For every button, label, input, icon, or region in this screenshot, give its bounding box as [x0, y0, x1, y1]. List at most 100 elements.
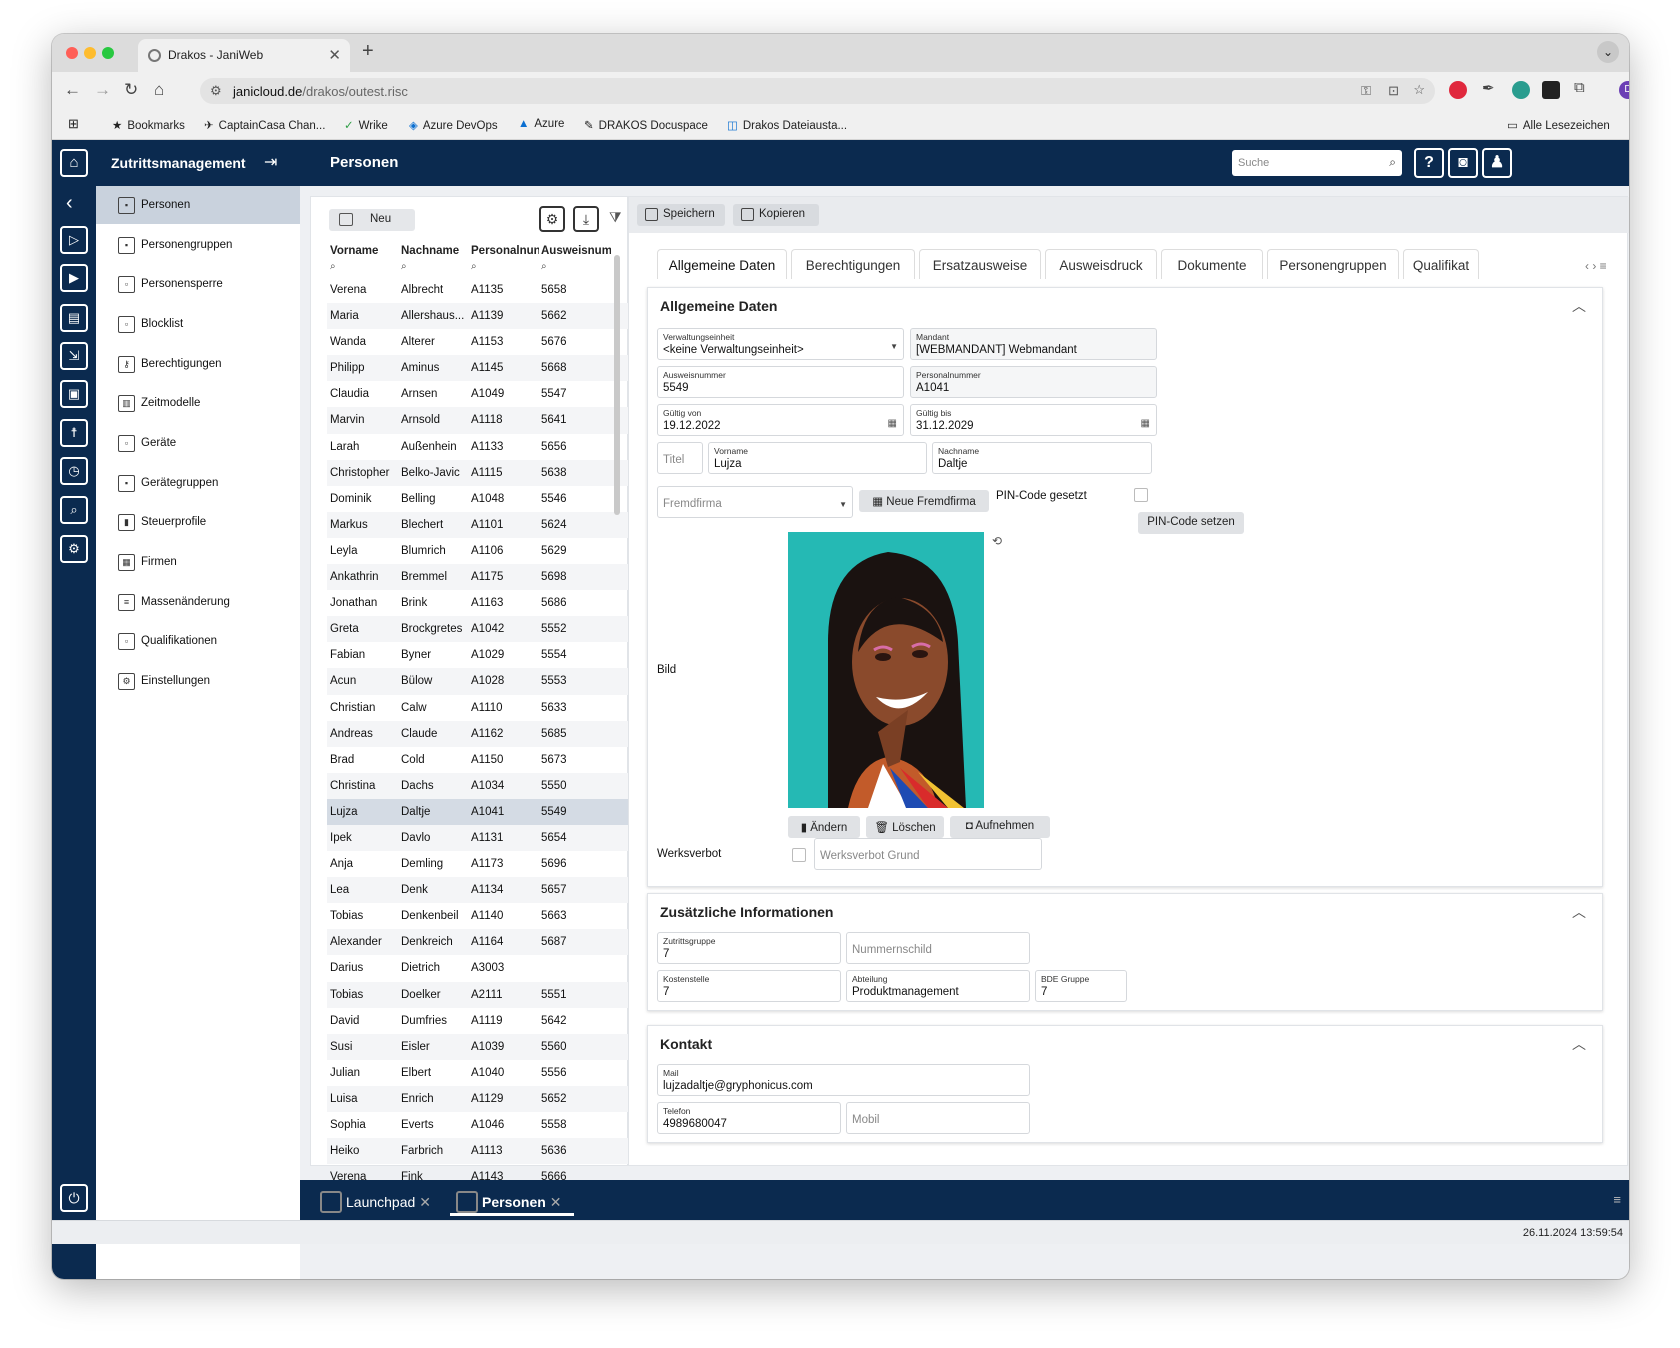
user-profile-icon[interactable]: ♟: [1482, 148, 1512, 178]
sidebar-item-massenaenderung[interactable]: ≡ Massenänderung: [96, 583, 300, 621]
fremdfirma-select[interactable]: Fremdfirma ▼: [657, 486, 853, 518]
sidebar-item-firmen[interactable]: ▦ Firmen: [96, 543, 300, 581]
power-icon[interactable]: ⏻: [60, 1184, 88, 1212]
table-row[interactable]: Christina Dachs A1034 5550: [327, 772, 629, 799]
loeschen-button[interactable]: 🗑 Löschen: [866, 816, 944, 838]
collapse-chevron-icon[interactable]: ︿: [1572, 1034, 1586, 1054]
bookmark-item-dateiaustausch[interactable]: ◫ Drakos Dateiausta...: [727, 118, 847, 132]
back-icon[interactable]: ←: [64, 80, 81, 100]
globe-extension-icon[interactable]: [1512, 81, 1530, 99]
mail-field[interactable]: Mail lujzadaltje@gryphonicus.com: [657, 1064, 1030, 1096]
close-window-button[interactable]: [66, 47, 78, 59]
table-row[interactable]: Fabian Byner A1029 5554: [327, 642, 629, 668]
neue-fremdfirma-button[interactable]: ▦ Neue Fremdfirma: [859, 490, 989, 512]
profile-avatar[interactable]: D: [1619, 81, 1629, 99]
table-row[interactable]: Tobias Denkenbeil A1140 5663: [327, 903, 629, 929]
bookmark-item-azure[interactable]: ▲ Azure: [518, 118, 564, 130]
sidebar-item-personen[interactable]: ▪ Personen: [96, 186, 300, 224]
help-button[interactable]: ?: [1414, 148, 1444, 178]
font-extension-icon[interactable]: [1542, 81, 1560, 99]
column-header-personalnummer[interactable]: Personalnun: [471, 245, 539, 257]
table-row[interactable]: Tobias Doelker A2111 5551: [327, 981, 629, 1008]
table-row[interactable]: Susi Eisler A1039 5560: [327, 1033, 629, 1060]
settings-gear-icon[interactable]: ⚙: [60, 535, 88, 563]
table-row[interactable]: Acun Bülow A1028 5553: [327, 668, 629, 695]
list-settings-icon[interactable]: ⚙: [539, 206, 565, 232]
close-tab-icon[interactable]: ✕: [328, 46, 341, 64]
table-row[interactable]: Leyla Blumrich A1106 5629: [327, 538, 629, 564]
table-row[interactable]: Larah Außenhein A1133 5656: [327, 434, 629, 460]
eyedropper-extension-icon[interactable]: ✒: [1482, 79, 1495, 97]
table-row[interactable]: David Dumfries A1119 5642: [327, 1008, 629, 1034]
collapse-chevron-icon[interactable]: ︿: [1572, 296, 1586, 316]
titel-field[interactable]: Titel: [657, 442, 703, 474]
table-row[interactable]: Julian Elbert A1040 5556: [327, 1060, 629, 1086]
save-button[interactable]: Speichern: [637, 204, 725, 226]
tab-dokumente[interactable]: Dokumente: [1161, 249, 1263, 279]
personalnummer-field[interactable]: Personalnummer A1041: [910, 366, 1157, 398]
apps-grid-icon[interactable]: ⊞: [68, 116, 79, 132]
collapse-back-icon[interactable]: ‹: [66, 192, 73, 215]
table-row[interactable]: Dominik Belling A1048 5546: [327, 486, 629, 512]
adblock-extension-icon[interactable]: [1449, 81, 1467, 99]
list-scrollbar[interactable]: [613, 243, 623, 1163]
export-icon[interactable]: ⤓: [573, 206, 599, 232]
table-row[interactable]: Marvin Arnsold A1118 5641: [327, 407, 629, 434]
rotate-image-icon[interactable]: ⟲: [992, 534, 1002, 548]
list-scrollbar-thumb[interactable]: [614, 255, 620, 515]
table-row[interactable]: Maria Allershaus... A1139 5662: [327, 303, 629, 330]
column-header-vorname[interactable]: Vorname: [330, 245, 398, 257]
new-tab-button[interactable]: +: [362, 40, 374, 63]
filter-ausweisnummer-icon[interactable]: ⌕: [541, 261, 547, 272]
calendar-icon[interactable]: ▦: [888, 418, 897, 429]
person-running-icon[interactable]: ☨: [60, 419, 88, 447]
kostenstelle-field[interactable]: Kostenstelle 7: [657, 970, 841, 1002]
telefon-field[interactable]: Telefon 4989680047: [657, 1102, 841, 1134]
tab-scroll-arrows-icon[interactable]: ‹ › ≡: [1585, 259, 1607, 273]
filter-icon[interactable]: ⧩: [609, 209, 622, 226]
ausweisnummer-field[interactable]: Ausweisnummer 5549: [657, 366, 904, 398]
bookmark-item-captaincasa[interactable]: ✈ CaptainCasa Chan...: [204, 118, 325, 132]
extensions-puzzle-icon[interactable]: ⧉: [1574, 79, 1585, 96]
pin-sidebar-icon[interactable]: ⇥: [264, 152, 277, 172]
filter-personalnummer-icon[interactable]: ⌕: [471, 261, 477, 272]
zoom-window-button[interactable]: [102, 47, 114, 59]
table-row[interactable]: Lujza Daltje A1041 5549: [327, 798, 629, 825]
abteilung-field[interactable]: Abteilung Produktmanagement: [846, 970, 1030, 1002]
sidebar-item-einstellungen[interactable]: ⚙ Einstellungen: [96, 662, 300, 700]
sidebar-item-geraete[interactable]: ▫ Geräte: [96, 424, 300, 462]
column-header-nachname[interactable]: Nachname: [401, 245, 469, 257]
home-icon[interactable]: ⌂: [154, 80, 164, 100]
sidebar-item-zeitmodelle[interactable]: ▥ Zeitmodelle: [96, 384, 300, 422]
bookmark-item-azure-devops[interactable]: ◈ Azure DevOps: [409, 118, 498, 132]
search-icon[interactable]: ⌕: [1389, 155, 1396, 170]
table-row[interactable]: Andreas Claude A1162 5685: [327, 720, 629, 747]
nachname-field[interactable]: Nachname Daltje: [932, 442, 1152, 474]
tab-ausweisdruck[interactable]: Ausweisdruck: [1045, 249, 1157, 279]
nummernschild-field[interactable]: Nummernschild: [846, 932, 1030, 964]
monitor-list-icon[interactable]: ▤: [60, 304, 88, 332]
bookmark-star-icon[interactable]: ☆: [1413, 82, 1425, 98]
bookmark-item-bookmarks[interactable]: ★ Bookmarks: [112, 118, 185, 132]
table-row[interactable]: Philipp Aminus A1145 5668: [327, 355, 629, 382]
password-key-icon[interactable]: ⚿: [1361, 83, 1371, 99]
mandant-field[interactable]: Mandant [WEBMANDANT] Webmandant: [910, 328, 1157, 360]
tabbar-menu-icon[interactable]: ≡: [1613, 1192, 1621, 1207]
tab-personengruppen[interactable]: Personengruppen: [1267, 249, 1399, 279]
filter-vorname-icon[interactable]: ⌕: [330, 261, 336, 272]
minimize-window-button[interactable]: [84, 47, 96, 59]
filter-nachname-icon[interactable]: ⌕: [401, 261, 407, 272]
play-forward-icon[interactable]: ▶: [60, 264, 88, 292]
home-icon[interactable]: ⌂: [60, 149, 88, 177]
clock-icon[interactable]: ◷: [60, 457, 88, 485]
access-card-icon[interactable]: ▷: [60, 226, 88, 254]
gueltig-bis-field[interactable]: Gültig bis 31.12.2029 ▦: [910, 404, 1157, 436]
tab-ersatzausweise[interactable]: Ersatzausweise: [919, 249, 1041, 279]
sidebar-item-berechtigungen[interactable]: ⚷ Berechtigungen: [96, 345, 300, 383]
zutrittsgruppe-field[interactable]: Zutrittsgruppe 7: [657, 932, 841, 964]
new-button[interactable]: Neu: [329, 209, 415, 231]
sidebar-item-geraetegruppen[interactable]: ▪ Gerätegruppen: [96, 464, 300, 502]
mobil-field[interactable]: Mobil: [846, 1102, 1030, 1134]
table-row[interactable]: Christopher Belko-Javic A1115 5638: [327, 459, 629, 486]
bookmark-item-all[interactable]: ▭ Alle Lesezeichen: [1507, 118, 1610, 132]
